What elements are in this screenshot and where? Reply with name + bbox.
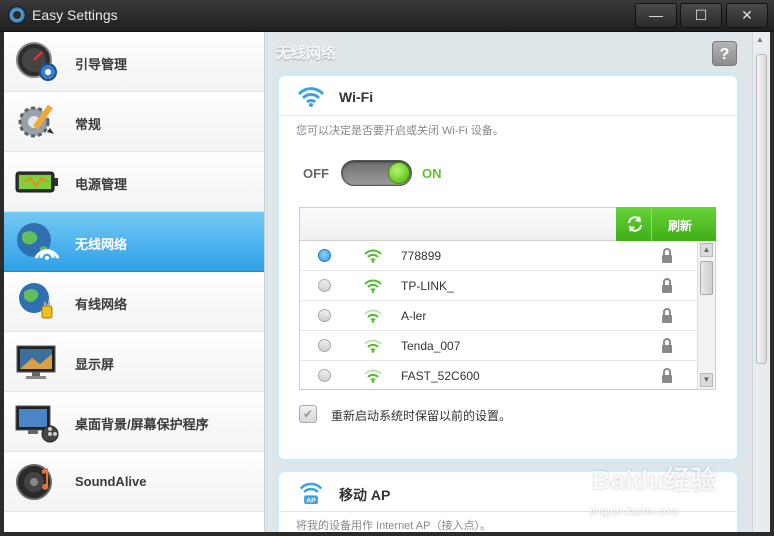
sidebar-item-label: 电源管理	[75, 177, 128, 192]
wifi-toggle[interactable]	[341, 160, 412, 186]
baidu-watermark: Baidu经验	[592, 465, 717, 495]
globe-plug-icon	[19, 283, 53, 319]
lock-icon	[662, 308, 672, 323]
sidebar-item-soundalive[interactable]: SoundAlive	[4, 452, 264, 512]
monitor-icon	[16, 345, 56, 379]
wifi-signal-icon	[364, 279, 382, 293]
sidebar-item-wired[interactable]: 有线网络	[4, 272, 264, 332]
gear-pencil-icon	[18, 104, 54, 138]
sidebar-item-label: 有线网络	[75, 297, 128, 312]
network-radio[interactable]	[318, 339, 331, 352]
network-row[interactable]: A-ler	[300, 301, 697, 331]
remember-checkbox[interactable]: ✔	[299, 405, 317, 423]
network-name: TP-LINK_	[401, 279, 454, 293]
network-name: 778899	[401, 249, 442, 263]
sidebar-item-label: 引导管理	[75, 57, 128, 72]
sidebar-item-wireless[interactable]: 无线网络	[4, 212, 264, 272]
sidebar-item-power[interactable]: 电源管理	[4, 152, 264, 212]
wifi-signal-icon	[364, 369, 382, 383]
lock-icon	[662, 338, 672, 353]
network-name: Tenda_007	[401, 339, 461, 353]
remember-label: 重新启动系统时保留以前的设置。	[331, 409, 512, 423]
minimize-button[interactable]: —	[635, 3, 677, 28]
toggle-on-label: ON	[422, 166, 442, 181]
lock-icon	[662, 248, 672, 263]
refresh-separator	[651, 207, 652, 241]
wifi-title: Wi-Fi	[339, 89, 374, 105]
sidebar-item-label: 显示屏	[75, 357, 115, 372]
sidebar-item-label: 常规	[75, 117, 102, 132]
mobile-ap-description: 将我的设备用作 Internet AP（接入点）。	[296, 520, 491, 532]
baidu-watermark-url: jingyan.baidu.com	[590, 506, 679, 518]
network-rows: 778899 TP-LINK_ A-ler Tenda_007 FAST_52C…	[300, 241, 697, 389]
speaker-icon	[16, 464, 52, 500]
toggle-knob[interactable]	[388, 162, 410, 184]
refresh-icon	[628, 216, 642, 232]
toggle-off-label: OFF	[303, 166, 329, 181]
page-title: 无线网络	[276, 45, 337, 62]
mobile-ap-title: 移动 AP	[339, 487, 391, 503]
wifi-icon	[297, 87, 325, 107]
window-title: Easy Settings	[32, 7, 118, 23]
wifi-description: 您可以决定是否要开启或关闭 Wi-Fi 设备。	[296, 125, 504, 137]
main-panel: 无线网络 ? Wi-Fi 您可以决定是否要开启或关闭 Wi-Fi 设备。 OFF…	[266, 32, 752, 532]
sidebar: 引导管理 常规 电源管理 无线网络 有线网络 显示屏 桌面背景/屏幕保护程序 S…	[4, 32, 265, 532]
sidebar-item-label: SoundAlive	[75, 474, 147, 489]
network-radio[interactable]	[318, 279, 331, 292]
globe-wifi-icon	[17, 223, 60, 260]
scroll-thumb[interactable]	[700, 261, 713, 295]
wifi-card: Wi-Fi 您可以决定是否要开启或关闭 Wi-Fi 设备。 OFF ON 刷新	[279, 76, 737, 459]
network-radio[interactable]	[318, 249, 331, 262]
refresh-label: 刷新	[668, 219, 693, 233]
battery-icon	[15, 171, 58, 193]
lock-icon	[662, 278, 672, 293]
network-name: FAST_52C600	[401, 369, 480, 383]
refresh-button[interactable]: 刷新	[616, 207, 716, 241]
svg-text:AP: AP	[306, 497, 316, 504]
main-scroll-up[interactable]: ▲	[756, 35, 764, 44]
wifi-signal-icon	[364, 309, 382, 323]
network-list-scrollbar[interactable]: ▲ ▼	[697, 241, 715, 389]
desktop-film-icon	[15, 405, 59, 443]
network-row[interactable]: Tenda_007	[300, 331, 697, 361]
sidebar-item-label: 桌面背景/屏幕保护程序	[75, 417, 209, 432]
lock-icon	[662, 368, 672, 383]
sidebar-item-wallpaper[interactable]: 桌面背景/屏幕保护程序	[4, 392, 264, 452]
network-row[interactable]: 778899	[300, 241, 697, 271]
main-scrollbar[interactable]: ▲	[752, 32, 770, 532]
close-button[interactable]: ✕	[726, 3, 768, 28]
maximize-button[interactable]: ☐	[680, 3, 722, 28]
app-icon	[8, 6, 26, 24]
sidebar-item-general[interactable]: 常规	[4, 92, 264, 152]
scroll-up-button[interactable]: ▲	[700, 243, 713, 257]
wifi-ap-icon: AP	[299, 482, 323, 504]
gauge-gear-icon	[16, 42, 57, 81]
network-name: A-ler	[401, 309, 427, 323]
title-bar: Easy Settings — ☐ ✕	[0, 0, 774, 32]
help-button[interactable]: ?	[712, 41, 737, 66]
sidebar-item-display[interactable]: 显示屏	[4, 332, 264, 392]
sidebar-item-label: 无线网络	[75, 237, 128, 252]
wifi-signal-icon	[364, 339, 382, 353]
wifi-card-header: Wi-Fi	[279, 76, 737, 116]
network-radio[interactable]	[318, 309, 331, 322]
scroll-down-button[interactable]: ▼	[700, 373, 713, 387]
network-row[interactable]: FAST_52C600	[300, 361, 697, 389]
network-list-header: 刷新	[300, 207, 716, 241]
network-row[interactable]: TP-LINK_	[300, 271, 697, 301]
wifi-signal-icon	[364, 249, 382, 263]
main-scroll-thumb[interactable]	[756, 54, 767, 364]
network-radio[interactable]	[318, 369, 331, 382]
sidebar-item-boot[interactable]: 引导管理	[4, 32, 264, 92]
network-list: 刷新 778899 TP-LINK_ A-ler Tenda_007 FAST_…	[299, 207, 716, 390]
